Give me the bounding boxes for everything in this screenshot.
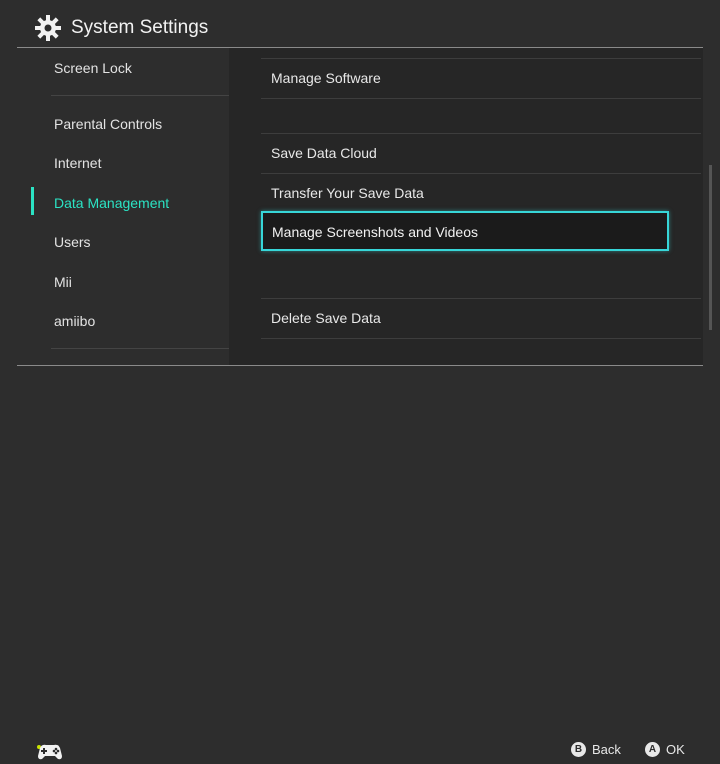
ok-button[interactable]: A OK	[645, 742, 685, 757]
row-save-data-cloud[interactable]: Save Data Cloud	[271, 145, 377, 161]
page-title: System Settings	[71, 17, 209, 38]
controller-icon	[38, 744, 62, 760]
sidebar-item-users[interactable]: Users	[54, 234, 91, 250]
sidebar-item-mii[interactable]: Mii	[54, 274, 72, 290]
a-button-icon: A	[645, 742, 660, 757]
sidebar-divider	[51, 95, 229, 96]
settings-panel: Manage Software Save Data Cloud Transfer…	[229, 48, 703, 365]
back-label: Back	[592, 742, 621, 757]
row-manage-software[interactable]: Manage Software	[271, 70, 381, 86]
sidebar-item-parental-controls[interactable]: Parental Controls	[54, 116, 162, 132]
row-manage-screenshots-videos[interactable]: Manage Screenshots and Videos	[261, 211, 669, 251]
sidebar-item-amiibo[interactable]: amiibo	[54, 313, 95, 329]
row-divider	[261, 58, 701, 59]
row-delete-save-data[interactable]: Delete Save Data	[271, 310, 381, 326]
sidebar-item-screen-lock[interactable]: Screen Lock	[54, 60, 132, 76]
ok-label: OK	[666, 742, 685, 757]
b-button-icon: B	[571, 742, 586, 757]
active-item-indicator	[31, 187, 34, 215]
sidebar-divider	[51, 348, 229, 349]
sidebar-item-internet[interactable]: Internet	[54, 155, 101, 171]
row-label: Manage Screenshots and Videos	[272, 224, 478, 240]
back-button[interactable]: B Back	[571, 742, 621, 757]
footer-bar: B Back A OK	[0, 366, 720, 760]
scrollbar[interactable]	[709, 165, 712, 330]
gear-icon	[35, 15, 61, 41]
sidebar-item-data-management[interactable]: Data Management	[54, 195, 169, 211]
header-bar: System Settings	[0, 0, 720, 48]
row-divider	[261, 173, 701, 174]
row-transfer-save-data[interactable]: Transfer Your Save Data	[271, 185, 424, 201]
row-divider	[261, 298, 701, 299]
row-divider	[261, 133, 701, 134]
row-divider	[261, 338, 701, 339]
row-divider	[261, 98, 701, 99]
sidebar: Screen Lock Parental Controls Internet D…	[17, 48, 229, 365]
